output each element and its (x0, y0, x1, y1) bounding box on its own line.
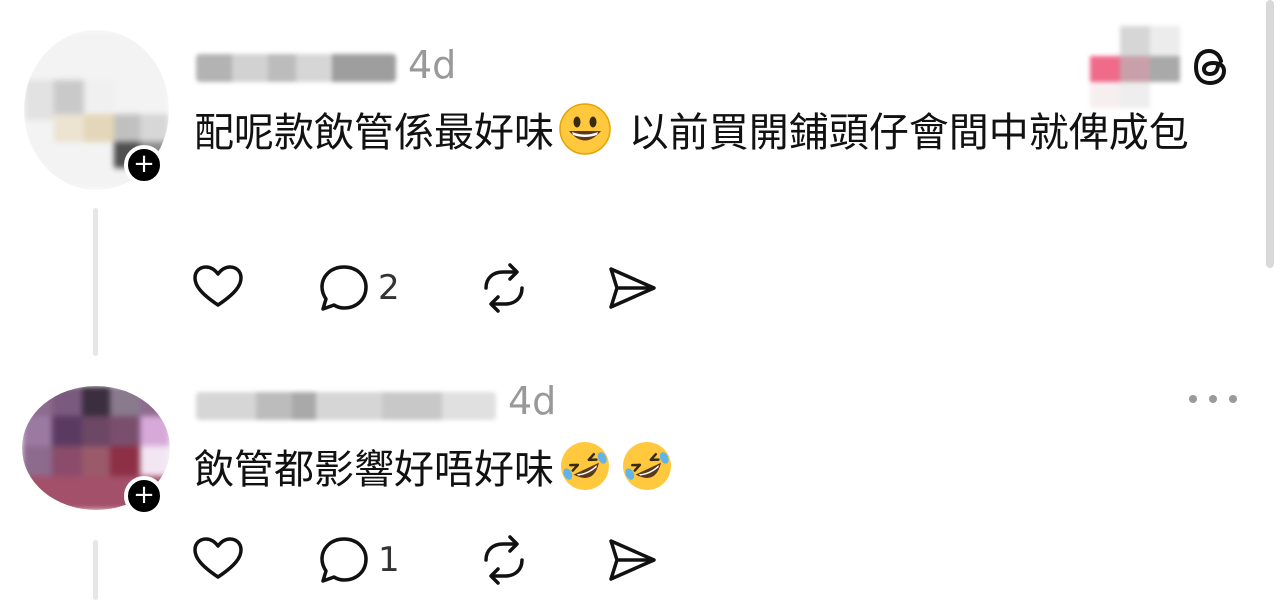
rolling-on-floor-laughing-emoji-icon (561, 442, 609, 490)
follow-plus-badge[interactable]: + (124, 145, 164, 185)
reply-count: 1 (378, 540, 400, 580)
post-timestamp: 4d (508, 379, 557, 423)
thread-connector-line (93, 540, 98, 600)
post-text: 飲管都影響好唔好味 (194, 437, 1234, 503)
speech-bubble-icon (320, 265, 368, 311)
like-button[interactable] (190, 260, 246, 316)
post-timestamp: 4d (408, 43, 457, 87)
post-text-part-2: 以前買開鋪頭仔會間中就俾成包 (616, 110, 1189, 156)
repost-button[interactable] (476, 532, 532, 588)
post-text: 配呢款飲管係最好味 以前買開鋪頭仔會間中就俾成包 (194, 100, 1234, 166)
speech-bubble-icon (320, 537, 368, 583)
share-button[interactable] (604, 532, 660, 588)
repost-icon (484, 535, 524, 585)
heart-icon (193, 265, 243, 307)
thread-connector-line (93, 208, 98, 356)
blurred-corner-image (1090, 26, 1186, 108)
like-button[interactable] (190, 532, 246, 588)
heart-icon (193, 537, 243, 579)
scrollbar[interactable] (1266, 0, 1274, 268)
username-blurred[interactable] (196, 54, 396, 82)
reply-count: 2 (378, 268, 400, 308)
more-horizontal-icon[interactable] (1186, 384, 1240, 414)
repost-icon (484, 263, 524, 313)
username-blurred[interactable] (196, 392, 496, 420)
threads-logo-icon[interactable] (1188, 44, 1234, 90)
send-icon (609, 267, 656, 309)
reply-button[interactable]: 2 (316, 260, 400, 316)
post-text-part-1: 配呢款飲管係最好味 (194, 110, 554, 156)
reply-button[interactable]: 1 (316, 532, 400, 588)
grinning-face-emoji-icon (559, 103, 611, 155)
repost-button[interactable] (476, 260, 532, 316)
post-text-part-1: 飲管都影響好唔好味 (194, 447, 554, 493)
follow-plus-badge[interactable]: + (124, 476, 164, 516)
send-icon (609, 539, 656, 581)
share-button[interactable] (604, 260, 660, 316)
rolling-on-floor-laughing-emoji-icon (623, 442, 671, 490)
